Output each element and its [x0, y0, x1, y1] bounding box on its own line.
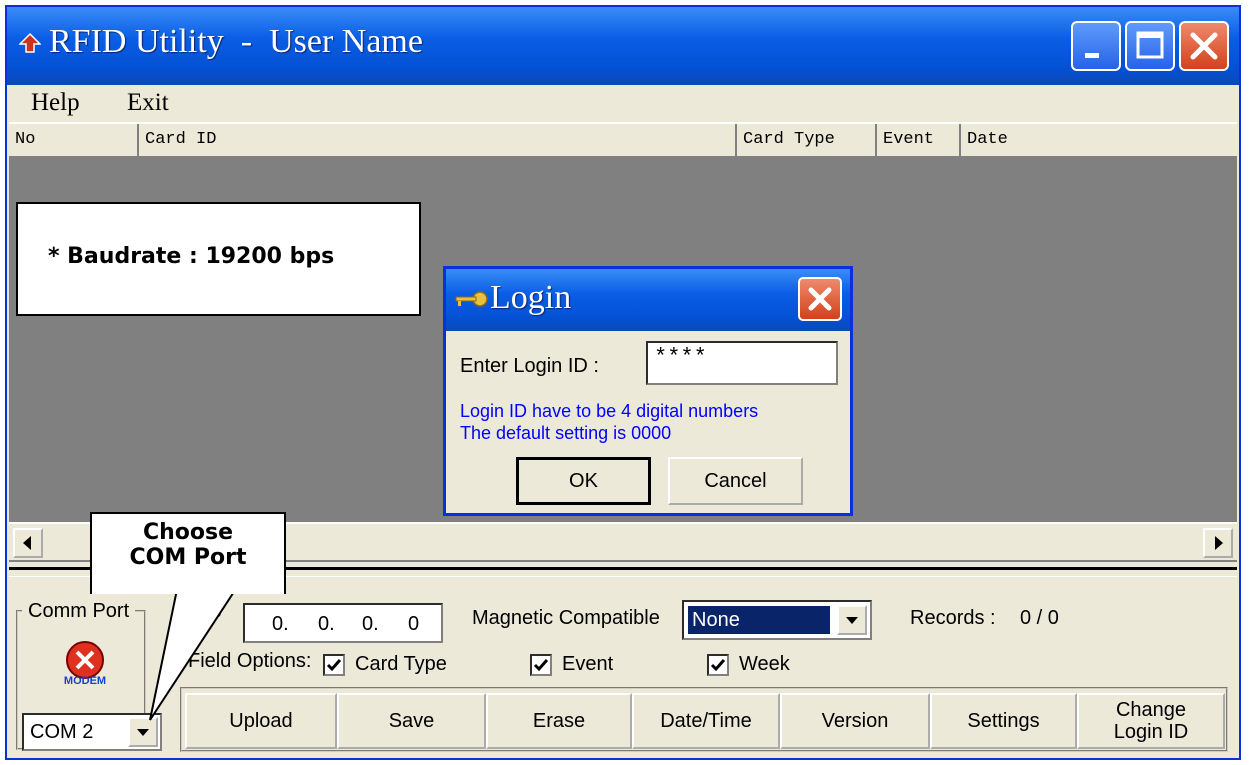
column-card-type[interactable]: Card Type	[737, 124, 877, 156]
ip-octet-3[interactable]: 0.	[362, 613, 379, 636]
settings-button[interactable]: Settings	[930, 693, 1077, 749]
week-checkbox[interactable]	[707, 654, 729, 676]
login-info-line-1: Login ID have to be 4 digital numbers	[460, 401, 759, 421]
column-event[interactable]: Event	[877, 124, 961, 156]
date-time-button[interactable]: Date/Time	[632, 693, 780, 749]
magnetic-compatible-value: None	[688, 606, 830, 634]
arrow-right-icon	[1215, 536, 1223, 550]
records-table-header: No Card ID Card Type Event Date	[9, 122, 1237, 158]
close-icon	[1190, 32, 1218, 60]
modem-icon-label: MODEM	[64, 675, 106, 687]
card-type-checkbox[interactable]	[323, 654, 345, 676]
ip-octet-4[interactable]: 0	[408, 613, 419, 636]
cancel-button[interactable]: Cancel	[668, 457, 803, 505]
event-checkbox-label: Event	[562, 653, 614, 675]
change-login-id-button[interactable]: Change Login ID	[1077, 693, 1225, 749]
baudrate-text: * Baudrate : 19200 bps	[48, 244, 335, 269]
minimize-button[interactable]	[1071, 21, 1121, 71]
records-count: 0 / 0	[1020, 607, 1059, 629]
magnetic-compatible-label: Magnetic Compatible	[472, 607, 660, 629]
arrow-left-icon	[23, 536, 31, 550]
erase-button[interactable]: Erase	[486, 693, 632, 749]
login-close-button[interactable]	[798, 277, 842, 321]
title-bar[interactable]: RFID Utility - User Name	[7, 7, 1239, 85]
checkbox-card-type[interactable]: Card Type	[323, 651, 493, 681]
comm-port-legend: Comm Port	[22, 600, 136, 623]
checkmark-icon	[533, 659, 549, 672]
ok-button[interactable]: OK	[516, 457, 651, 505]
records-label: Records :	[910, 607, 996, 629]
modem-disconnected-icon: MODEM	[64, 641, 106, 687]
magnetic-dropdown-button[interactable]	[837, 605, 867, 635]
com-port-callout: Choose COM Port	[90, 512, 286, 594]
ip-octet-2[interactable]: 0.	[318, 613, 335, 636]
minimize-icon	[1085, 53, 1099, 58]
checkbox-week[interactable]: Week	[707, 651, 827, 681]
magnetic-compatible-select[interactable]: None	[682, 600, 872, 640]
change-login-line-1: Change	[1115, 699, 1187, 721]
scroll-right-button[interactable]	[1203, 528, 1233, 558]
close-button[interactable]	[1179, 21, 1229, 71]
checkmark-icon	[710, 659, 726, 672]
com-port-value: COM 2	[30, 721, 94, 743]
maximize-icon	[1136, 31, 1164, 59]
week-checkbox-label: Week	[739, 653, 790, 675]
login-id-input[interactable]: ****	[646, 341, 838, 385]
close-icon	[808, 287, 832, 311]
change-login-line-2: Login ID	[1113, 721, 1189, 743]
baudrate-callout: * Baudrate : 19200 bps	[16, 202, 421, 316]
version-button[interactable]: Version	[780, 693, 930, 749]
ip-octet-1[interactable]: 0.	[272, 613, 289, 636]
ip-address-input[interactable]: 0. 0. 0. 0	[243, 603, 443, 643]
com-callout-line-2: COM Port	[129, 545, 247, 570]
com-callout-line-1: Choose	[142, 520, 234, 545]
column-date[interactable]: Date	[961, 124, 1241, 156]
app-icon	[19, 32, 41, 53]
event-checkbox[interactable]	[530, 654, 552, 676]
save-button[interactable]: Save	[337, 693, 486, 749]
menu-help[interactable]: Help	[31, 89, 80, 117]
key-icon	[455, 291, 488, 307]
window-title: RFID Utility - User Name	[49, 23, 423, 60]
card-type-checkbox-label: Card Type	[355, 653, 447, 675]
checkbox-event[interactable]: Event	[530, 651, 650, 681]
menu-bar: Help Exit	[7, 85, 1239, 121]
column-card-id[interactable]: Card ID	[139, 124, 737, 156]
scroll-left-button[interactable]	[13, 528, 43, 558]
chevron-down-icon	[846, 617, 858, 624]
menu-exit[interactable]: Exit	[127, 89, 169, 117]
login-dialog-title-bar[interactable]: Login	[446, 269, 850, 331]
login-dialog: Login Enter Login ID : **** Login ID hav…	[443, 266, 853, 516]
maximize-button[interactable]	[1125, 21, 1175, 71]
checkmark-icon	[326, 659, 342, 672]
login-id-label: Enter Login ID :	[460, 355, 599, 377]
login-dialog-title: Login	[490, 279, 572, 316]
login-info-line-2: The default setting is 0000	[460, 423, 672, 443]
com-callout-pointer	[149, 575, 247, 721]
column-no[interactable]: No	[9, 124, 139, 156]
